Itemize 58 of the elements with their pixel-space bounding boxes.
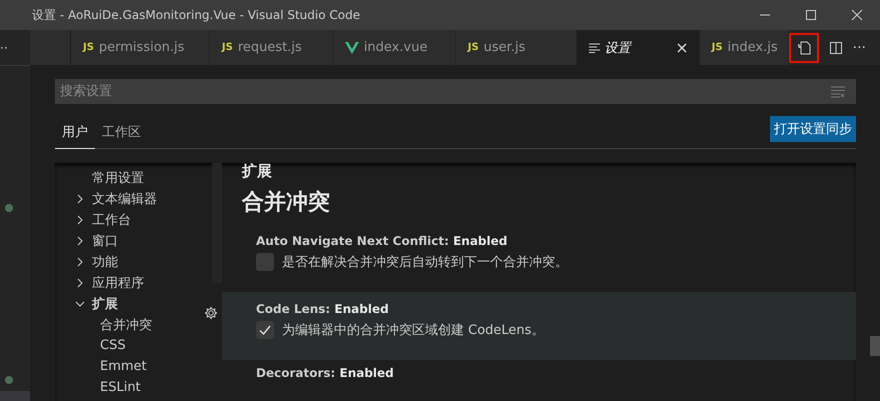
js-file-icon: JS	[222, 42, 233, 53]
check-icon	[258, 323, 272, 337]
setting-title: Decorators: Enabled	[256, 366, 395, 380]
checkbox[interactable]	[256, 253, 274, 271]
chevron-right-icon[interactable]	[75, 278, 85, 288]
window-title: 设置 - AoRuiDe.GasMonitoring.Vue - Visual Studio Code	[32, 6, 360, 24]
setting-description: 是否在解决合并冲突后自动转到下一个合并冲突。	[282, 254, 568, 271]
editor-tab[interactable]: index.vue	[332, 30, 456, 65]
group-heading: 合并冲突	[242, 190, 331, 216]
vue-file-icon	[344, 42, 359, 54]
toc-item[interactable]: ESLint	[100, 380, 141, 395]
scrollbar-thumb[interactable]	[870, 336, 880, 356]
editor-tab[interactable]: 设置 ×	[576, 30, 700, 65]
chevron-right-icon[interactable]	[75, 256, 85, 266]
clear-filter-icon[interactable]	[830, 86, 846, 98]
close-icon[interactable]	[851, 9, 863, 21]
toc-item[interactable]: 合并冲突	[100, 316, 152, 334]
section-heading: 扩展	[242, 163, 273, 180]
status-dot	[5, 376, 13, 384]
js-file-icon: JS	[712, 42, 723, 53]
lines-icon	[588, 42, 600, 52]
setting-description: 为编辑器中的合并冲突区域创建 CodeLens。	[282, 322, 544, 339]
document-icon	[796, 40, 812, 56]
chevron-down-icon[interactable]	[75, 298, 85, 308]
toc-item[interactable]: CSS	[100, 338, 126, 353]
toc-item[interactable]: 功能	[92, 252, 118, 270]
more-actions-icon[interactable]: ···	[852, 40, 866, 56]
scope-tab[interactable]: 工作区	[95, 123, 148, 149]
editor-tab[interactable]: JS index.js	[700, 30, 789, 65]
list-item-highlight	[0, 391, 30, 401]
toc-item[interactable]: 应用程序	[92, 274, 144, 292]
setting-title: Auto Navigate Next Conflict: Enabled	[256, 234, 508, 248]
search-field[interactable]: 搜索设置	[55, 79, 856, 104]
toc-item[interactable]: 工作台	[92, 210, 131, 228]
chevron-right-icon[interactable]	[75, 214, 85, 224]
open-json-button[interactable]	[788, 32, 819, 62]
chevron-right-icon[interactable]	[75, 236, 85, 246]
close-tab-icon[interactable]: ×	[675, 38, 689, 57]
editor-tab[interactable]: JS request.js	[210, 30, 333, 65]
toc-item[interactable]: 常用设置	[92, 168, 144, 186]
maximize-icon[interactable]	[805, 9, 817, 21]
split-editor-icon[interactable]	[828, 40, 843, 54]
setting-title: Code Lens: Enabled	[256, 302, 390, 316]
toc-item[interactable]: Emmet	[100, 359, 147, 374]
toc-item[interactable]: 文本编辑器	[92, 190, 157, 208]
checkbox[interactable]	[256, 321, 274, 339]
chevron-right-icon[interactable]	[75, 194, 85, 204]
toc-item[interactable]: 扩展	[92, 294, 118, 312]
more-actions-icon[interactable]: ··	[0, 40, 8, 54]
js-file-icon: JS	[82, 42, 94, 53]
scope-tab[interactable]: 用户	[55, 123, 95, 149]
sync-button[interactable]: 打开设置同步	[770, 116, 856, 142]
js-file-icon: JS	[468, 42, 479, 53]
settings-icon[interactable]	[204, 306, 218, 320]
toc-item[interactable]: 窗口	[92, 232, 118, 250]
editor-tab[interactable]: JS permission.js	[70, 30, 210, 65]
editor-tab[interactable]: JS user.js	[456, 30, 577, 65]
status-dot	[5, 204, 13, 212]
